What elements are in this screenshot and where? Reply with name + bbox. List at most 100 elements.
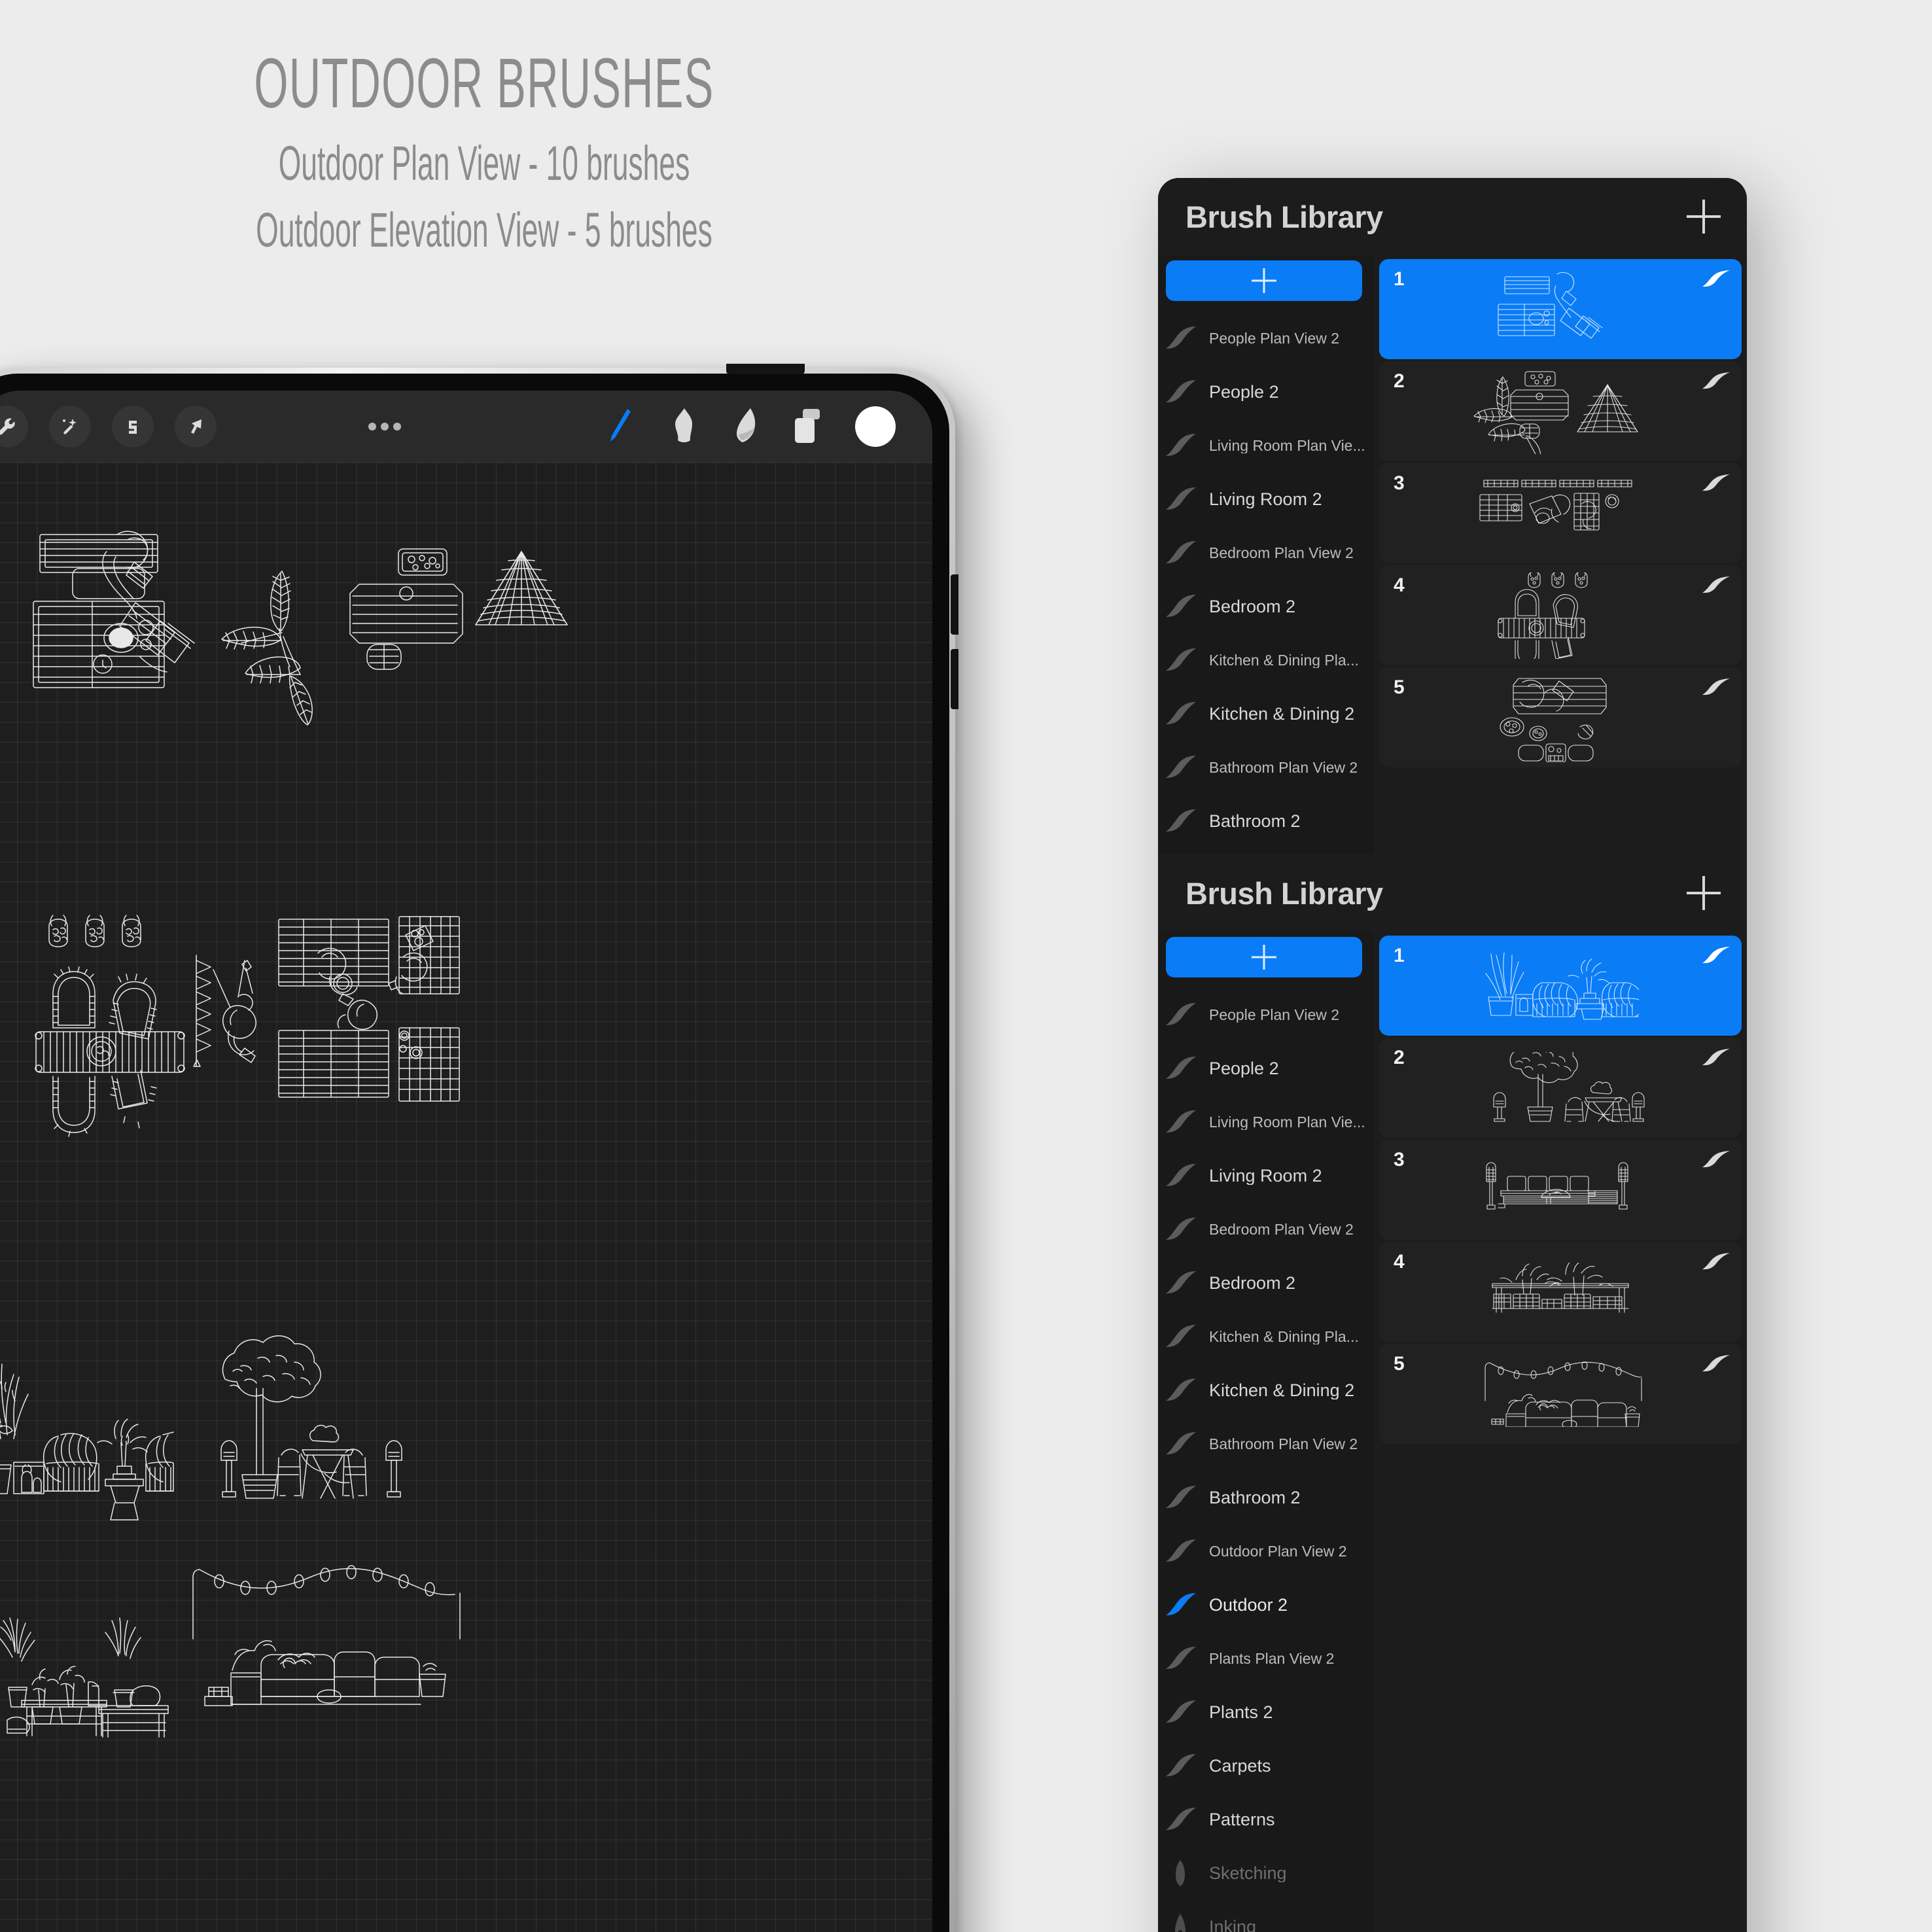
brush-set-item[interactable]: Outdoor Plan View 2 — [1158, 1524, 1374, 1578]
brush-thumbnail[interactable]: 3 — [1379, 1140, 1742, 1240]
volume-up-button[interactable] — [951, 574, 958, 635]
add-brush-set-button[interactable] — [1166, 937, 1362, 977]
brush-set-label: Kitchen & Dining 2 — [1209, 705, 1355, 723]
brush-set-item[interactable]: Living Room Plan Vie... — [1158, 419, 1374, 472]
transform-button[interactable] — [175, 406, 217, 448]
more-options-button[interactable] — [368, 423, 401, 430]
brush-set-item[interactable]: Living Room 2 — [1158, 1149, 1374, 1203]
brush-set-item[interactable]: Bathroom Plan View 2 — [1158, 741, 1374, 794]
promo-line-plan-view: Outdoor Plan View - 10 brushes — [278, 136, 690, 191]
brush-set-item[interactable]: Plants Plan View 2 — [1158, 1632, 1374, 1685]
brush-set-item[interactable]: Bedroom 2 — [1158, 580, 1374, 633]
brush-thumbnail[interactable]: 4 — [1379, 565, 1742, 665]
brush-set-label: Living Room Plan Vie... — [1209, 438, 1365, 453]
brush-stroke-icon — [1163, 1054, 1200, 1083]
brush-set-item[interactable]: People 2 — [1158, 365, 1374, 419]
brush-set-item[interactable]: People Plan View 2 — [1158, 311, 1374, 365]
brush-set-label: Bathroom Plan View 2 — [1209, 1436, 1358, 1452]
brush-set-item[interactable]: Inking — [1158, 1900, 1374, 1932]
paint-brush-button[interactable] — [600, 406, 637, 447]
brush-thumbnail[interactable]: 5 — [1379, 667, 1742, 767]
brush-preview-outdoor-plan-lounger-person — [1379, 259, 1742, 359]
s-curve-icon — [121, 415, 145, 438]
procreate-canvas[interactable] — [0, 463, 932, 1932]
smudge-button[interactable] — [667, 406, 701, 447]
brush-set-item[interactable]: Bathroom 2 — [1158, 1471, 1374, 1524]
brush-stroke-icon — [1163, 1590, 1200, 1619]
brush-set-label: Bedroom Plan View 2 — [1209, 1221, 1354, 1237]
brush-stroke-icon — [1701, 370, 1731, 391]
color-swatch[interactable] — [855, 406, 896, 447]
brush-stroke-icon — [1163, 1215, 1200, 1244]
brush-stroke-icon — [1163, 1322, 1200, 1351]
brush-thumbnail[interactable]: 2 — [1379, 1038, 1742, 1138]
artwork-elev-tree-bistro — [203, 1310, 419, 1526]
brush-preview-outdoor-plan-daybed-tray — [1379, 667, 1742, 767]
brush-stroke-icon — [1163, 378, 1200, 406]
brush-number: 4 — [1394, 574, 1405, 596]
brush-set-item[interactable]: Bathroom 2 — [1158, 794, 1374, 848]
brush-stroke-icon — [1163, 538, 1200, 567]
brush-set-item[interactable]: Carpets — [1158, 1739, 1374, 1793]
brush-thumbnail[interactable]: 5 — [1379, 1344, 1742, 1444]
brush-set-item[interactable]: Kitchen & Dining Pla... — [1158, 1310, 1374, 1363]
artwork-daybed-parasol — [343, 541, 592, 718]
brush-number: 2 — [1394, 370, 1405, 392]
add-brush-button[interactable] — [1687, 876, 1721, 910]
selection-button[interactable] — [112, 406, 154, 448]
brush-library-header-2: Brush Library — [1158, 854, 1747, 932]
brush-set-item[interactable]: Bedroom 2 — [1158, 1256, 1374, 1310]
volume-down-button[interactable] — [951, 649, 958, 709]
ipad-screen — [0, 391, 932, 1932]
brush-set-item[interactable]: Bathroom Plan View 2 — [1158, 1417, 1374, 1471]
add-brush-set-button[interactable] — [1166, 260, 1362, 301]
brush-set-item[interactable]: Plants 2 — [1158, 1685, 1374, 1739]
brush-set-item[interactable]: Kitchen & Dining 2 — [1158, 687, 1374, 741]
brush-set-item[interactable]: Kitchen & Dining Pla... — [1158, 633, 1374, 687]
add-brush-button[interactable] — [1687, 200, 1721, 234]
brush-library-stack: Brush Library People Plan View 2 People 2… — [1158, 178, 1747, 1932]
brush-set-item[interactable]: Living Room Plan Vie... — [1158, 1095, 1374, 1149]
brush-stroke-icon — [1163, 1751, 1200, 1780]
brush-thumbnail[interactable]: 4 — [1379, 1242, 1742, 1342]
brush-set-label: People 2 — [1209, 1059, 1279, 1078]
brush-set-item[interactable]: Kitchen & Dining 2 — [1158, 1363, 1374, 1417]
brush-grid-2: 1 2 3 4 5 — [1374, 932, 1747, 1932]
brush-thumbnail[interactable]: 2 — [1379, 361, 1742, 461]
brush-set-item[interactable]: People 2 — [1158, 1042, 1374, 1095]
pencil-icon — [1163, 1859, 1200, 1888]
brush-thumbnail[interactable]: 1 — [1379, 259, 1742, 359]
brush-set-label: Bathroom 2 — [1209, 1488, 1301, 1507]
brush-set-label: Living Room Plan Vie... — [1209, 1114, 1365, 1130]
brush-library-panel-1: Brush Library People Plan View 2 People 2… — [1158, 178, 1747, 854]
brush-number: 3 — [1394, 472, 1405, 494]
layers-icon — [791, 406, 825, 447]
power-button[interactable] — [726, 364, 805, 374]
brush-set-item[interactable]: Sketching — [1158, 1846, 1374, 1900]
brush-set-item[interactable]: Living Room 2 — [1158, 472, 1374, 526]
brush-set-item[interactable]: People Plan View 2 — [1158, 988, 1374, 1042]
brush-set-item[interactable]: Patterns — [1158, 1793, 1374, 1846]
brush-set-item[interactable]: Bedroom Plan View 2 — [1158, 526, 1374, 580]
brush-stroke-icon — [1163, 1269, 1200, 1297]
ellipsis-dot — [381, 423, 389, 430]
brush-library-header-1: Brush Library — [1158, 178, 1747, 255]
brush-set-label: People Plan View 2 — [1209, 330, 1340, 346]
brush-stroke-icon — [1701, 676, 1731, 697]
artwork-elev-garden-bench — [0, 1601, 173, 1751]
brush-set-sidebar-2: People Plan View 2 People 2 Living Room Pl… — [1158, 932, 1374, 1932]
brush-set-item[interactable]: Bedroom Plan View 2 — [1158, 1203, 1374, 1256]
brush-number: 2 — [1394, 1047, 1405, 1068]
brush-set-item[interactable]: Outdoor 2 — [1158, 1578, 1374, 1632]
brush-thumbnail[interactable]: 3 — [1379, 463, 1742, 563]
adjustments-wand-button[interactable] — [49, 406, 91, 448]
page-title: OUTDOOR BRUSHES — [254, 43, 714, 122]
layers-button[interactable] — [791, 406, 825, 447]
eraser-button[interactable] — [731, 406, 761, 447]
actions-wrench-button[interactable] — [0, 406, 28, 448]
brush-stroke-icon — [1163, 1376, 1200, 1405]
brush-stroke-icon — [1163, 753, 1200, 782]
brush-set-label: Patterns — [1209, 1810, 1275, 1829]
brush-stroke-icon — [1163, 485, 1200, 514]
brush-thumbnail[interactable]: 1 — [1379, 936, 1742, 1036]
